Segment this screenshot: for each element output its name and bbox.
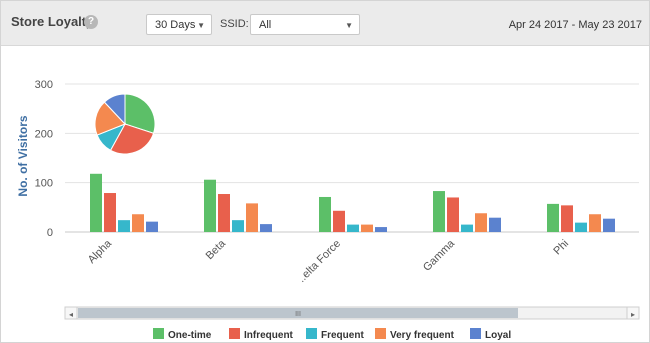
legend-swatch: [153, 328, 164, 339]
bar[interactable]: [347, 224, 359, 232]
legend-swatch: [375, 328, 386, 339]
bar[interactable]: [146, 221, 158, 232]
store-loyalty-chart: 0 100 200 300 No. of Visitors Alpha Beta ..el…: [16, 79, 640, 341]
y-tick-label: 200: [35, 128, 53, 140]
y-axis-label: No. of Visitors: [16, 115, 30, 196]
ssid-label: SSID:: [220, 18, 249, 30]
chevron-right-icon: ▸: [631, 310, 635, 319]
pie-chart: [94, 93, 156, 155]
x-tick-label: Beta: [204, 237, 229, 262]
ssid-select-value: All: [259, 19, 272, 31]
legend-item[interactable]: One-time: [153, 328, 212, 341]
chevron-down-icon: ▼: [345, 21, 353, 30]
bar[interactable]: [319, 196, 331, 232]
chart-legend: One-time Infrequent Frequent Very frequent L…: [153, 328, 511, 341]
legend-label: Infrequent: [244, 330, 294, 341]
chevron-left-icon: ◂: [69, 310, 73, 319]
x-tick-label: Phi: [551, 238, 571, 258]
widget-title: Store Loyalty: [11, 14, 94, 29]
bar[interactable]: [232, 220, 244, 232]
bar[interactable]: [461, 224, 473, 232]
bar[interactable]: [589, 214, 601, 232]
bar[interactable]: [375, 227, 387, 232]
bar[interactable]: [333, 210, 345, 232]
y-tick-label: 100: [35, 178, 53, 190]
widget-header: Store Loyalty ? 30 Days ▼ SSID: All ▼ Ap…: [1, 1, 649, 46]
bar[interactable]: [547, 203, 559, 232]
bar[interactable]: [260, 224, 272, 232]
question-circle-icon[interactable]: ?: [84, 15, 98, 29]
y-axis-ticks: 0 100 200 300: [35, 79, 53, 239]
bar[interactable]: [603, 218, 615, 232]
bar[interactable]: [90, 173, 102, 232]
bar[interactable]: [246, 203, 258, 232]
bar[interactable]: [433, 191, 445, 232]
x-tick-label: Alpha: [86, 237, 115, 266]
chevron-down-icon: ▼: [197, 21, 205, 30]
bar[interactable]: [561, 205, 573, 232]
x-tick-label: ..elta Force: [296, 238, 343, 285]
y-tick-label: 300: [35, 79, 53, 91]
legend-label: One-time: [168, 330, 212, 341]
x-axis-ticks: Alpha Beta ..elta Force Gamma Phi: [86, 237, 571, 285]
date-range-text: Apr 24 2017 - May 23 2017: [508, 19, 642, 31]
bar[interactable]: [361, 224, 373, 232]
legend-item[interactable]: Infrequent: [229, 328, 294, 341]
bar[interactable]: [447, 197, 459, 232]
legend-label: Frequent: [321, 330, 364, 341]
bar[interactable]: [575, 222, 587, 232]
bar[interactable]: [475, 213, 487, 232]
legend-label: Very frequent: [390, 330, 455, 341]
legend-swatch: [229, 328, 240, 339]
bar[interactable]: [118, 220, 130, 232]
date-range-select[interactable]: 30 Days ▼: [146, 14, 212, 35]
legend-item[interactable]: Frequent: [306, 328, 364, 341]
bar[interactable]: [489, 217, 501, 232]
ssid-select[interactable]: All ▼: [250, 14, 360, 35]
legend-label: Loyal: [485, 330, 511, 341]
horizontal-scrollbar[interactable]: ◂ III ▸: [64, 306, 640, 320]
bar[interactable]: [218, 194, 230, 232]
legend-item[interactable]: Very frequent: [375, 328, 455, 341]
legend-item[interactable]: Loyal: [470, 328, 511, 341]
y-tick-label: 0: [47, 227, 53, 239]
x-tick-label: Gamma: [421, 237, 458, 274]
store-loyalty-widget: Store Loyalty ? 30 Days ▼ SSID: All ▼ Ap…: [0, 0, 650, 343]
scrollbar-grip: III: [295, 311, 301, 318]
legend-swatch: [306, 328, 317, 339]
legend-swatch: [470, 328, 481, 339]
date-range-select-value: 30 Days: [155, 19, 196, 31]
bar[interactable]: [204, 179, 216, 232]
bar[interactable]: [132, 214, 144, 232]
bar[interactable]: [104, 193, 116, 232]
